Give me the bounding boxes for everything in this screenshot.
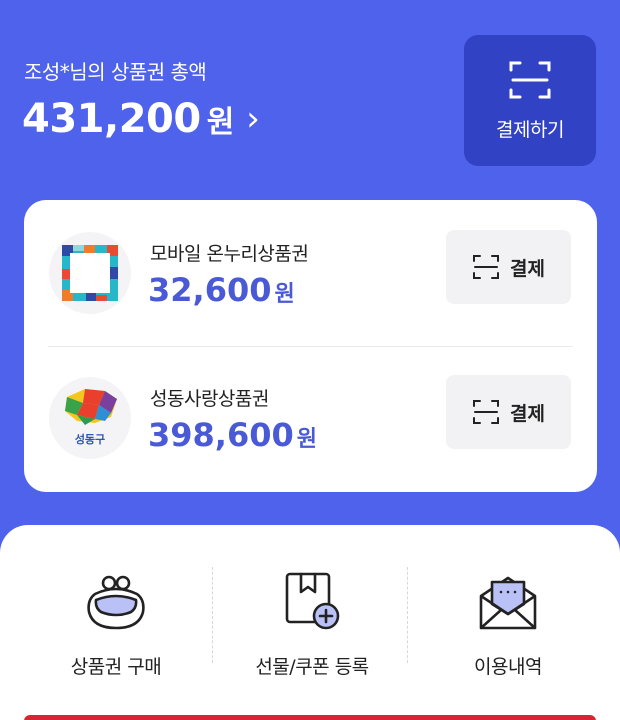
onnuri-logo-icon <box>49 232 131 314</box>
voucher-pay-button-onnuri[interactable]: 결제 <box>446 230 571 304</box>
header: 조성*님의 상품권 총액 431,200 원 › 결제하기 <box>0 0 620 200</box>
voucher-pay-button-seongdong[interactable]: 결제 <box>446 375 571 449</box>
pay-button[interactable]: 결제하기 <box>464 35 596 166</box>
scan-icon <box>473 400 500 424</box>
total-unit: 원 <box>206 105 235 140</box>
voucher-pay-label: 결제 <box>510 402 545 425</box>
banner-edge <box>24 715 596 720</box>
chevron-right-icon: › <box>246 99 260 139</box>
menu-separator <box>212 567 213 663</box>
voucher-name: 성동사랑상품권 <box>150 388 269 410</box>
voucher-pay-label: 결제 <box>510 257 545 280</box>
menu-label: 상품권 구매 <box>70 656 162 678</box>
voucher-card: 모바일 온누리상품권 32,600 원 결제 성동구 성동사랑상품권 398,6… <box>24 200 597 492</box>
quick-menu: 상품권 구매 선물/쿠폰 등록 이용내역 <box>0 525 620 720</box>
menu-label: 선물/쿠폰 등록 <box>255 656 369 678</box>
voucher-amount-value: 398,600 <box>148 416 294 454</box>
voucher-row-seongdong[interactable]: 성동구 성동사랑상품권 398,600 원 결제 <box>24 360 597 480</box>
seongdong-logo-text: 성동구 <box>75 432 105 446</box>
total-amount: 431,200 <box>22 96 201 142</box>
total-amount-link[interactable]: 431,200 원 › <box>22 96 260 142</box>
scan-icon <box>509 61 551 99</box>
voucher-amount-unit: 원 <box>274 282 295 307</box>
voucher-amount-value: 32,600 <box>148 271 272 309</box>
wallet-icon <box>87 575 145 630</box>
menu-buy-voucher[interactable]: 상품권 구매 <box>18 570 214 680</box>
seongdong-logo-icon: 성동구 <box>49 377 131 459</box>
total-greeting: 조성*님의 상품권 총액 <box>24 60 207 84</box>
menu-separator <box>407 567 408 663</box>
voucher-name: 모바일 온누리상품권 <box>150 243 309 265</box>
scan-icon <box>473 255 500 279</box>
voucher-amount: 398,600 원 <box>148 416 317 454</box>
envelope-history-icon <box>479 576 537 630</box>
voucher-amount: 32,600 원 <box>148 271 295 309</box>
menu-label: 이용내역 <box>474 656 542 678</box>
pay-button-label: 결제하기 <box>496 119 564 141</box>
voucher-amount-unit: 원 <box>296 427 317 452</box>
divider <box>48 346 573 347</box>
gift-coupon-add-icon <box>285 572 340 630</box>
menu-usage-history[interactable]: 이용내역 <box>410 570 606 680</box>
voucher-row-onnuri[interactable]: 모바일 온누리상품권 32,600 원 결제 <box>24 215 597 335</box>
menu-register-coupon[interactable]: 선물/쿠폰 등록 <box>214 570 410 680</box>
